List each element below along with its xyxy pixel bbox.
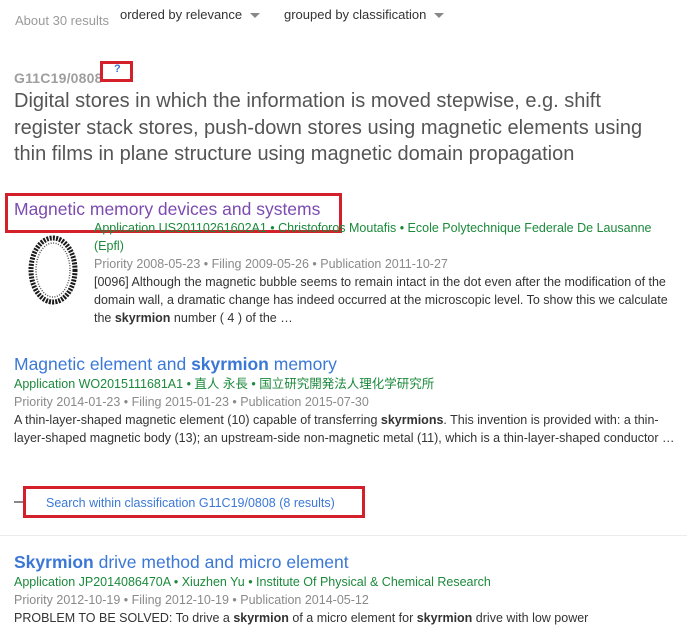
result-meta: Application WO2015111681A1 • 直人 永長 • 国立研… (14, 377, 435, 391)
classification-help-button[interactable]: ? (100, 61, 133, 82)
result-item: Skyrmion drive method and micro element … (14, 551, 679, 626)
section-divider (0, 535, 687, 536)
group-by-label: grouped by classification (284, 7, 427, 22)
result-meta: Application JP2014086470A • Xiuzhen Yu •… (14, 575, 491, 589)
result-snippet: [0096] Although the magnetic bubble seem… (94, 275, 668, 325)
result-dates: Priority 2012-10-19 • Filing 2012-10-19 … (14, 593, 369, 607)
patent-figure-thumbnail[interactable] (26, 232, 80, 308)
chevron-down-icon (434, 12, 445, 18)
help-icon: ? (114, 63, 121, 75)
sort-order-label: ordered by relevance (120, 7, 243, 22)
search-within-classification-link[interactable]: Search within classification G11C19/0808… (46, 496, 335, 510)
result-snippet: PROBLEM TO BE SOLVED: To drive a skyrmio… (14, 611, 589, 625)
result-item: Magnetic element and skyrmion memory App… (14, 353, 679, 447)
result-dates: Priority 2008-05-23 • Filing 2009-05-26 … (94, 257, 448, 271)
result-dates: Priority 2014-01-23 • Filing 2015-01-23 … (14, 395, 369, 409)
group-by-dropdown[interactable]: grouped by classification (284, 7, 445, 22)
result-title-link[interactable]: Skyrmion drive method and micro element (14, 551, 679, 573)
result-title-link[interactable]: Magnetic element and skyrmion memory (14, 353, 679, 375)
classification-code[interactable]: G11C19/0808 (14, 70, 103, 86)
result-details: Application US20110261602A1 • Christofor… (94, 219, 679, 327)
result-meta-line: Application US20110261602A1 • Christofor… (94, 221, 652, 235)
sort-order-dropdown[interactable]: ordered by relevance (120, 7, 261, 22)
result-snippet: A thin-layer-shaped magnetic element (10… (14, 413, 675, 445)
classification-description: Digital stores in which the information … (14, 90, 643, 165)
result-count: About 30 results (15, 13, 109, 28)
result-meta: Application US20110261602A1 • Christofor… (94, 219, 679, 255)
search-within-classification-box: Search within classification G11C19/0808… (23, 486, 365, 518)
chevron-down-icon (250, 12, 261, 18)
result-meta-line: (Epfl) (94, 239, 124, 253)
results-toolbar: About 30 results ordered by relevance gr… (0, 0, 687, 34)
